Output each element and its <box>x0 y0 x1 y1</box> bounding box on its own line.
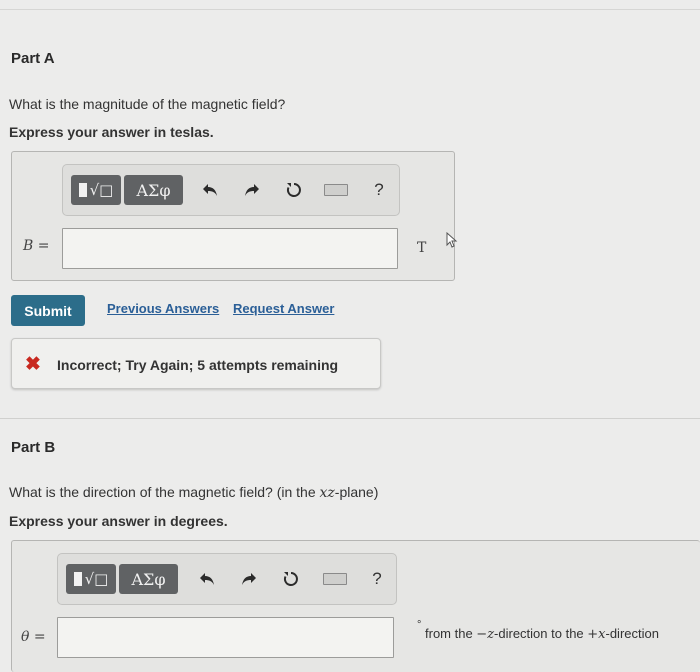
part-b-question-math: xz <box>319 485 335 501</box>
part-b-answer-input[interactable] <box>57 617 394 658</box>
part-b-instruction: Express your answer in degrees. <box>9 513 228 529</box>
degree-symbol: ° <box>417 619 422 631</box>
part-a-title: Part A <box>11 50 55 67</box>
request-answer-link[interactable]: Request Answer <box>233 301 334 316</box>
previous-answers-link[interactable]: Previous Answers <box>107 301 219 316</box>
keyboard-icon[interactable] <box>320 564 350 594</box>
part-b-unit-direction: ° from the −z-direction to the +x-directi… <box>417 619 659 642</box>
part-b-variable-label: θ = <box>21 629 46 645</box>
greek-symbols-button[interactable]: ΑΣφ <box>124 175 183 205</box>
help-icon[interactable]: ? <box>364 564 390 594</box>
help-icon[interactable]: ? <box>366 175 392 205</box>
top-divider <box>0 9 700 10</box>
part-a-answer-panel: √□ ΑΣφ ? B = T <box>11 151 455 281</box>
feedback-message-box: ✖ Incorrect; Try Again; 5 attempts remai… <box>11 338 381 389</box>
keyboard-icon[interactable] <box>321 175 351 205</box>
direction-end-text: -direction <box>605 626 659 641</box>
part-b-question-suffix: -plane) <box>334 484 379 500</box>
part-a-answer-input[interactable] <box>62 228 398 269</box>
part-divider <box>0 418 700 419</box>
x-icon: ✖ <box>25 354 41 375</box>
undo-icon[interactable] <box>194 564 220 594</box>
undo-icon[interactable] <box>197 175 223 205</box>
part-a-variable-label: B = <box>23 238 50 254</box>
part-b-math-toolbar: √□ ΑΣφ ? <box>57 553 397 605</box>
reset-icon[interactable] <box>278 564 304 594</box>
part-a-math-toolbar: √□ ΑΣφ ? <box>62 164 400 216</box>
feedback-text: Incorrect; Try Again; 5 attempts remaini… <box>57 357 339 373</box>
redo-icon[interactable] <box>236 564 262 594</box>
mouse-cursor-icon <box>446 232 458 248</box>
part-b-question-prefix: What is the direction of the magnetic fi… <box>9 484 320 500</box>
radical-template-icon[interactable]: √□ <box>71 175 121 205</box>
direction-mid-text: -direction to the <box>494 626 588 641</box>
direction-to-axis: +x <box>587 627 606 642</box>
part-b-question: What is the direction of the magnetic fi… <box>9 484 378 501</box>
direction-from-text: from the <box>425 626 477 641</box>
part-a-unit: T <box>417 240 427 256</box>
radical-template-icon[interactable]: √□ <box>66 564 116 594</box>
redo-icon[interactable] <box>239 175 265 205</box>
greek-symbols-button[interactable]: ΑΣφ <box>119 564 178 594</box>
part-a-instruction: Express your answer in teslas. <box>9 124 214 140</box>
part-a-question: What is the magnitude of the magnetic fi… <box>9 96 286 112</box>
submit-button[interactable]: Submit <box>11 295 85 326</box>
part-b-title: Part B <box>11 439 56 456</box>
direction-from-axis: −z <box>476 627 495 642</box>
reset-icon[interactable] <box>281 175 307 205</box>
part-b-answer-panel: √□ ΑΣφ ? θ = <box>11 540 700 672</box>
